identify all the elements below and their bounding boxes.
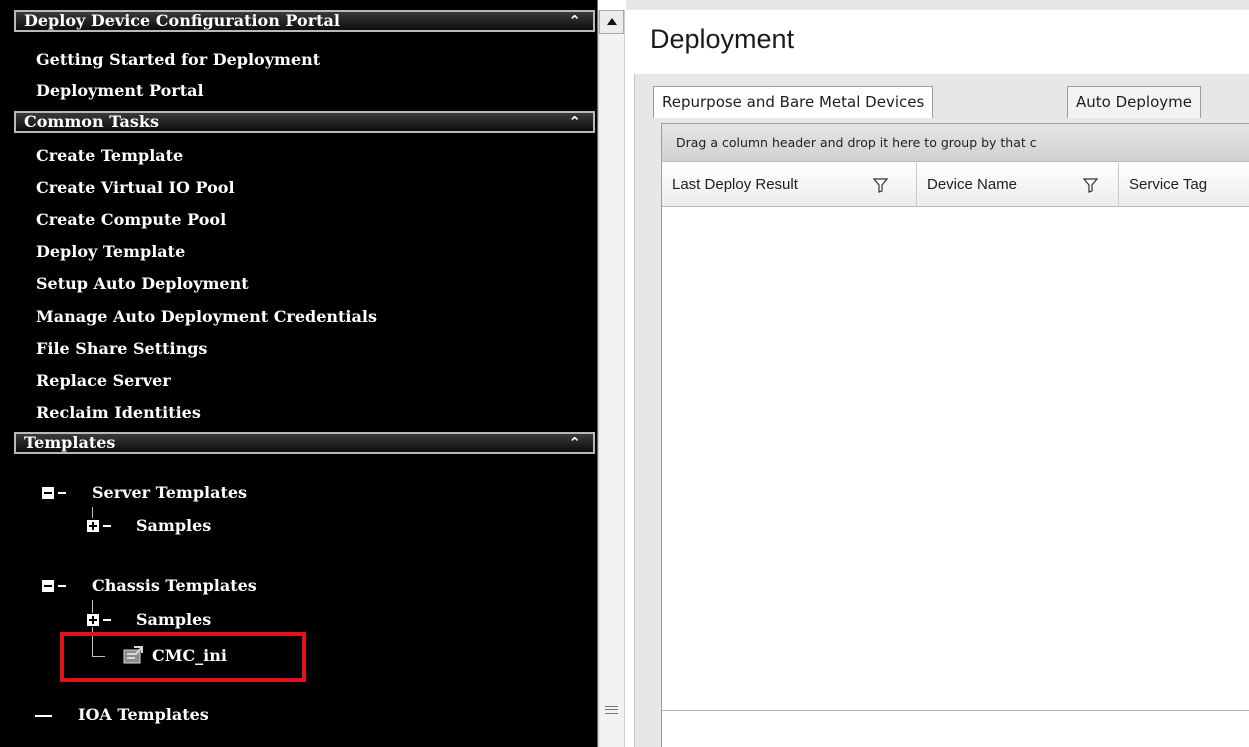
grid-column-headers: Last Deploy Result Device Name Service T… <box>662 163 1249 207</box>
collapse-minus-icon[interactable] <box>42 580 54 592</box>
nav-deploy-template[interactable]: Deploy Template <box>36 238 185 266</box>
filter-icon[interactable] <box>872 178 889 193</box>
section-header-deploy-portal[interactable]: Deploy Device Configuration Portal ⌃ <box>14 10 595 32</box>
chevron-up-icon[interactable]: ⌃ <box>568 113 581 131</box>
page-title: Deployment <box>650 24 795 54</box>
tree-chassis-templates[interactable]: Chassis Templates <box>92 575 257 597</box>
tree-connector <box>58 585 66 587</box>
nav-create-virtual-io-pool[interactable]: Create Virtual IO Pool <box>36 174 235 202</box>
tree-ioa-templates[interactable]: IOA Templates <box>78 704 209 726</box>
column-service-tag[interactable]: Service Tag <box>1119 163 1249 207</box>
group-by-drop-area[interactable]: Drag a column header and drop it here to… <box>662 124 1249 162</box>
tab-auto-deployment[interactable]: Auto Deployme <box>1067 86 1201 118</box>
section-header-common-tasks[interactable]: Common Tasks ⌃ <box>14 111 595 133</box>
chevron-up-icon[interactable]: ⌃ <box>568 12 581 30</box>
nav-reclaim-identities[interactable]: Reclaim Identities <box>36 399 201 427</box>
content-panel: Repurpose and Bare Metal Devices Auto De… <box>634 74 1249 747</box>
section-title: Deploy Device Configuration Portal <box>24 11 340 30</box>
tree-connector <box>103 619 111 621</box>
sidebar-scrollbar[interactable] <box>598 10 625 747</box>
tree-line <box>92 600 93 613</box>
section-title: Common Tasks <box>24 112 159 131</box>
nav-setup-auto-deployment[interactable]: Setup Auto Deployment <box>36 270 249 298</box>
expand-plus-icon[interactable] <box>87 614 99 626</box>
nav-create-compute-pool[interactable]: Create Compute Pool <box>36 206 226 234</box>
tree-connector <box>35 715 52 717</box>
tree-server-templates[interactable]: Server Templates <box>92 482 247 504</box>
chevron-up-icon[interactable]: ⌃ <box>568 434 581 452</box>
collapse-minus-icon[interactable] <box>42 487 54 499</box>
tab-repurpose-bare-metal[interactable]: Repurpose and Bare Metal Devices <box>653 86 934 118</box>
column-label: Device Name <box>927 176 1018 193</box>
nav-deployment-portal[interactable]: Deployment Portal <box>36 77 204 105</box>
scroll-up-arrow-icon[interactable] <box>599 10 624 34</box>
nav-getting-started[interactable]: Getting Started for Deployment <box>36 46 320 74</box>
nav-manage-auto-deployment-credentials[interactable]: Manage Auto Deployment Credentials <box>36 303 377 331</box>
main-content: Deployment Repurpose and Bare Metal Devi… <box>626 0 1249 747</box>
nav-file-share-settings[interactable]: File Share Settings <box>36 335 207 363</box>
nav-create-template[interactable]: Create Template <box>36 142 183 170</box>
column-label: Service Tag <box>1129 176 1208 193</box>
tree-server-samples[interactable]: Samples <box>136 515 211 537</box>
sidebar: Deploy Device Configuration Portal ⌃ Get… <box>0 0 598 747</box>
filter-icon[interactable] <box>1082 178 1099 193</box>
tree-line <box>92 507 93 518</box>
section-header-templates[interactable]: Templates ⌃ <box>14 432 595 454</box>
nav-replace-server[interactable]: Replace Server <box>36 367 171 395</box>
devices-grid: Drag a column header and drop it here to… <box>661 123 1249 747</box>
scroll-grip-icon[interactable] <box>605 706 618 714</box>
highlight-box <box>60 632 306 682</box>
section-title: Templates <box>24 433 116 452</box>
tree-connector <box>103 525 111 527</box>
top-strip <box>626 0 1249 10</box>
tree-connector <box>58 492 66 494</box>
expand-plus-icon[interactable] <box>87 520 99 532</box>
grid-footer <box>662 710 1249 747</box>
column-label: Last Deploy Result <box>672 176 798 193</box>
tree-chassis-samples[interactable]: Samples <box>136 609 211 631</box>
